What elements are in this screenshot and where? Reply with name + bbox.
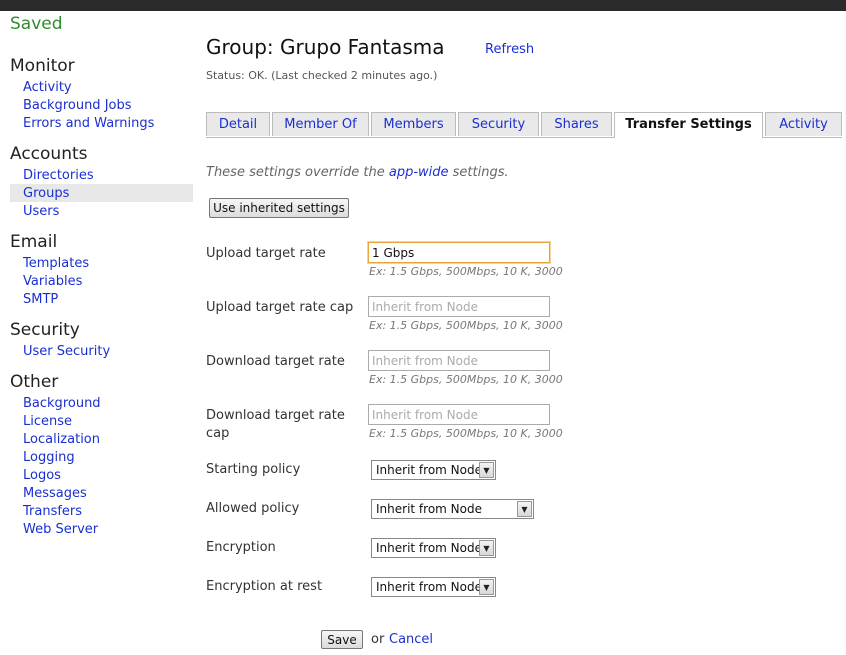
save-button[interactable]: Save bbox=[321, 630, 363, 649]
sidebar-item-activity[interactable]: Activity bbox=[23, 80, 72, 95]
allowed-policy-select[interactable]: Inherit from Node ▼ bbox=[371, 499, 534, 519]
chevron-down-icon[interactable]: ▼ bbox=[479, 462, 494, 478]
encryption-label: Encryption bbox=[206, 540, 276, 555]
override-note-prefix: These settings override the bbox=[206, 165, 389, 180]
saved-indicator: Saved bbox=[10, 14, 63, 34]
chevron-down-icon[interactable]: ▼ bbox=[479, 579, 494, 595]
download-target-rate-hint: Ex: 1.5 Gbps, 500Mbps, 10 K, 3000 bbox=[369, 373, 563, 386]
sidebar-heading-security: Security bbox=[10, 320, 80, 340]
sidebar-heading-other: Other bbox=[10, 372, 59, 392]
refresh-link[interactable]: Refresh bbox=[485, 42, 534, 57]
override-note-suffix: settings. bbox=[448, 165, 509, 180]
use-inherited-settings-button[interactable]: Use inherited settings bbox=[209, 198, 349, 218]
chevron-down-icon[interactable]: ▼ bbox=[517, 501, 532, 517]
sidebar-item-transfers[interactable]: Transfers bbox=[23, 504, 82, 519]
sidebar-item-background-jobs[interactable]: Background Jobs bbox=[23, 98, 132, 113]
sidebar-item-users[interactable]: Users bbox=[23, 204, 59, 219]
upload-target-rate-cap-input[interactable] bbox=[368, 296, 550, 317]
download-target-rate-cap-hint: Ex: 1.5 Gbps, 500Mbps, 10 K, 3000 bbox=[369, 427, 563, 440]
sidebar-item-smtp[interactable]: SMTP bbox=[23, 292, 58, 307]
status-text: Status: OK. (Last checked 2 minutes ago.… bbox=[206, 69, 438, 82]
sidebar-item-user-security[interactable]: User Security bbox=[23, 344, 110, 359]
tab-activity[interactable]: Activity bbox=[765, 112, 842, 136]
sidebar-item-license[interactable]: License bbox=[23, 414, 72, 429]
allowed-policy-value: Inherit from Node bbox=[376, 502, 482, 516]
sidebar-item-groups[interactable]: Groups bbox=[23, 186, 69, 201]
chevron-down-icon[interactable]: ▼ bbox=[479, 540, 494, 556]
encryption-value: Inherit from Node bbox=[376, 541, 482, 555]
tab-security[interactable]: Security bbox=[458, 112, 539, 136]
app-wide-link[interactable]: app-wide bbox=[389, 165, 449, 180]
download-target-rate-cap-label: Download target rate cap bbox=[206, 408, 345, 441]
sidebar-item-messages[interactable]: Messages bbox=[23, 486, 87, 501]
tab-bar: Detail Member Of Members Security Shares… bbox=[206, 112, 842, 138]
top-bar bbox=[0, 0, 846, 11]
sidebar-heading-accounts: Accounts bbox=[10, 144, 88, 164]
encryption-at-rest-label: Encryption at rest bbox=[206, 579, 323, 594]
upload-target-rate-cap-label: Upload target rate cap bbox=[206, 300, 354, 315]
tab-detail[interactable]: Detail bbox=[206, 112, 270, 136]
sidebar-item-variables[interactable]: Variables bbox=[23, 274, 82, 289]
encryption-at-rest-value: Inherit from Node bbox=[376, 580, 482, 594]
sidebar-item-directories[interactable]: Directories bbox=[23, 168, 94, 183]
starting-policy-select[interactable]: Inherit from Node ▼ bbox=[371, 460, 496, 480]
starting-policy-label: Starting policy bbox=[206, 462, 301, 477]
download-target-rate-cap-input[interactable] bbox=[368, 404, 550, 425]
cancel-link[interactable]: Cancel bbox=[389, 632, 433, 647]
sidebar-item-logos[interactable]: Logos bbox=[23, 468, 61, 483]
download-target-rate-input[interactable] bbox=[368, 350, 550, 371]
sidebar-item-logging[interactable]: Logging bbox=[23, 450, 75, 465]
sidebar-heading-email: Email bbox=[10, 232, 58, 252]
encryption-select[interactable]: Inherit from Node ▼ bbox=[371, 538, 496, 558]
sidebar-heading-monitor: Monitor bbox=[10, 56, 75, 76]
upload-target-rate-label: Upload target rate bbox=[206, 246, 326, 261]
sidebar-item-localization[interactable]: Localization bbox=[23, 432, 100, 447]
encryption-at-rest-select[interactable]: Inherit from Node ▼ bbox=[371, 577, 496, 597]
download-target-rate-label: Download target rate bbox=[206, 354, 345, 369]
tab-member-of[interactable]: Member Of bbox=[272, 112, 369, 136]
tab-transfer-settings[interactable]: Transfer Settings bbox=[614, 112, 763, 138]
upload-target-rate-input[interactable] bbox=[368, 242, 550, 263]
or-text: or bbox=[371, 632, 385, 647]
sidebar-item-background[interactable]: Background bbox=[23, 396, 101, 411]
tab-members[interactable]: Members bbox=[371, 112, 456, 136]
starting-policy-value: Inherit from Node bbox=[376, 463, 482, 477]
sidebar-item-web-server[interactable]: Web Server bbox=[23, 522, 98, 537]
allowed-policy-label: Allowed policy bbox=[206, 501, 300, 516]
upload-target-rate-hint: Ex: 1.5 Gbps, 500Mbps, 10 K, 3000 bbox=[369, 265, 563, 278]
tab-shares[interactable]: Shares bbox=[541, 112, 612, 136]
page-title: Group: Grupo Fantasma bbox=[206, 35, 445, 59]
sidebar-item-errors-and-warnings[interactable]: Errors and Warnings bbox=[23, 116, 154, 131]
override-note: These settings override the app-wide set… bbox=[206, 165, 509, 180]
upload-target-rate-cap-hint: Ex: 1.5 Gbps, 500Mbps, 10 K, 3000 bbox=[369, 319, 563, 332]
sidebar-item-templates[interactable]: Templates bbox=[23, 256, 89, 271]
